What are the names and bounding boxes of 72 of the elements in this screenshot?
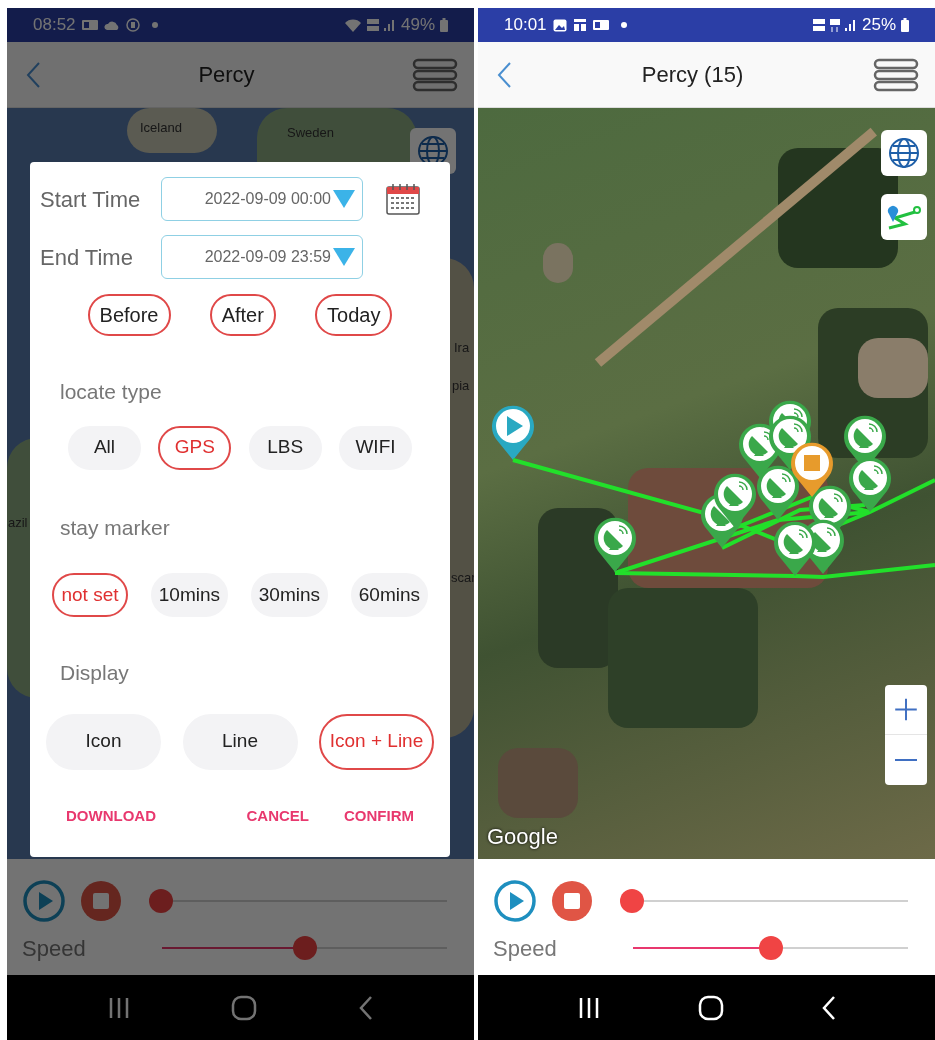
slider-thumb[interactable] [758, 936, 783, 960]
option-chip[interactable]: WIFI [339, 425, 412, 470]
signal-icon [844, 19, 857, 31]
stop-icon[interactable] [552, 881, 592, 921]
stop-icon[interactable] [81, 881, 121, 921]
map-label: Iceland [140, 119, 182, 137]
wifi-icon [343, 18, 362, 32]
slider-thumb[interactable] [292, 936, 317, 960]
dot-icon [151, 22, 158, 28]
battery-icon [440, 18, 448, 32]
speed-label: Speed [493, 934, 558, 963]
map-label: pia [452, 377, 470, 395]
battery-icon [901, 18, 909, 32]
section-title: stay marker [59, 514, 171, 541]
option-chip[interactable]: LBS [248, 425, 322, 470]
screen-title: Percy (15) [640, 61, 745, 89]
option-chip[interactable]: Icon + Line [319, 713, 434, 770]
date-shortcut-button[interactable]: After [209, 294, 276, 336]
date-shortcut-button[interactable]: Before [87, 294, 171, 336]
option-chip[interactable]: GPS [158, 425, 232, 470]
battery-percent: 49% [400, 14, 435, 37]
play-icon[interactable] [22, 879, 66, 923]
home-icon[interactable] [697, 994, 724, 1021]
field-label: End Time [40, 243, 134, 272]
section-title: Display [59, 660, 130, 686]
cloud-icon [103, 20, 120, 30]
speed-label: Speed [22, 934, 87, 963]
calendar-icon[interactable] [386, 183, 420, 215]
field-value: 2022-09-09 00:00 [204, 189, 331, 209]
dropdown-triangle-icon [332, 189, 356, 209]
volte-icon [812, 19, 825, 31]
option-chip[interactable]: All [68, 425, 141, 470]
route-map-icon[interactable] [881, 194, 927, 240]
dialog-action-button[interactable]: CANCEL [246, 804, 309, 827]
play-icon[interactable] [493, 879, 537, 923]
dialog-action-button[interactable]: DOWNLOAD [66, 804, 156, 827]
dot-icon [620, 22, 627, 28]
option-chip[interactable]: 10mins [150, 573, 228, 617]
volte-icon [366, 19, 379, 31]
status-time: 10:01 [504, 14, 547, 37]
slider-thumb[interactable] [620, 889, 644, 913]
screen-title: Percy [197, 61, 256, 89]
news-icon [572, 18, 587, 32]
option-chip[interactable]: not set [52, 573, 128, 617]
option-chip[interactable]: Line [182, 713, 298, 770]
slider-thumb[interactable] [149, 889, 173, 913]
network-icon [829, 18, 840, 32]
map-label: Ira [454, 339, 470, 357]
image-icon [552, 18, 567, 32]
dialog-action-button[interactable]: CONFIRM [344, 804, 414, 827]
date-shortcut-button[interactable]: Today [315, 294, 393, 336]
date-time-field[interactable]: 2022-09-09 00:00 [161, 177, 363, 221]
map-attribution: Google [487, 823, 558, 851]
play-pin-icon[interactable] [492, 405, 534, 460]
mail-icon [592, 19, 609, 31]
option-chip[interactable]: Icon [46, 713, 161, 770]
status-time: 08:52 [33, 14, 76, 37]
battery-percent: 25% [861, 14, 896, 37]
signal-icon [383, 19, 396, 31]
field-value: 2022-09-09 23:59 [204, 247, 331, 267]
back-icon[interactable] [820, 994, 837, 1021]
date-time-field[interactable]: 2022-09-09 23:59 [161, 235, 363, 279]
menu-icon[interactable] [412, 57, 458, 92]
field-label: Start Time [40, 185, 142, 214]
circle-icon [125, 18, 140, 32]
section-title: locate type [59, 379, 163, 405]
option-chip[interactable]: 30mins [250, 573, 328, 617]
mail-icon [81, 19, 98, 31]
dropdown-triangle-icon [332, 247, 356, 267]
menu-icon[interactable] [873, 57, 919, 92]
globe-icon[interactable] [881, 130, 927, 176]
option-chip[interactable]: 60mins [350, 573, 428, 617]
